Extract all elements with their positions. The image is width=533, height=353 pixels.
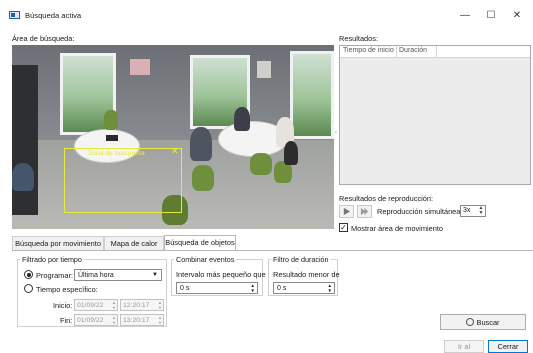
schedule-label: Programar: bbox=[36, 271, 73, 280]
schedule-select[interactable]: Última hora ▼ bbox=[74, 269, 162, 281]
search-icon bbox=[466, 318, 475, 326]
step-button[interactable] bbox=[357, 205, 372, 218]
door bbox=[12, 65, 38, 215]
tab-object-search[interactable]: Búsqueda de objetos bbox=[164, 235, 236, 251]
end-date-input[interactable]: 01/09/22 ▲ ▼ bbox=[74, 314, 118, 326]
duration-filter-title: Filtro de duración bbox=[271, 255, 331, 264]
results-table[interactable]: Tiempo de inicio Duración bbox=[339, 45, 531, 185]
app-icon bbox=[9, 11, 20, 19]
person bbox=[234, 107, 250, 131]
maximize-button[interactable]: ☐ bbox=[478, 8, 504, 24]
play-button[interactable] bbox=[339, 205, 354, 218]
start-label: Inicio: bbox=[53, 301, 73, 310]
simultaneous-playback-value: 3x bbox=[463, 207, 471, 214]
close-window-button[interactable]: ✕ bbox=[504, 8, 530, 24]
search-area-label: Área de búsqueda: bbox=[12, 34, 75, 43]
simultaneous-playback-label: Reproducción simultánea: bbox=[377, 207, 463, 216]
start-date-input[interactable]: 01/09/22 ▲ ▼ bbox=[74, 299, 118, 311]
spinner-arrows-icon[interactable]: ▲ ▼ bbox=[112, 315, 116, 325]
combine-events-title: Combinar eventos bbox=[174, 255, 237, 264]
start-time-input[interactable]: 12:20:17 ▲ ▼ bbox=[120, 299, 164, 311]
person bbox=[190, 127, 212, 161]
person bbox=[284, 141, 298, 165]
window-title: Búsqueda activa bbox=[25, 11, 82, 20]
results-header: Tiempo de inicio Duración bbox=[340, 46, 530, 58]
laptop bbox=[106, 135, 118, 141]
schedule-radio[interactable] bbox=[24, 270, 33, 279]
close-button[interactable]: Cerrar bbox=[488, 340, 528, 353]
title-bar: Búsqueda activa — ☐ ✕ bbox=[0, 0, 533, 28]
column-duration[interactable]: Duración bbox=[399, 47, 427, 54]
interval-input[interactable]: 0 s ▲ ▼ bbox=[176, 282, 258, 294]
spinner-arrows-icon[interactable]: ▲ ▼ bbox=[158, 300, 162, 310]
tab-heat-map[interactable]: Mapa de calor bbox=[104, 236, 164, 251]
schedule-value: Última hora bbox=[78, 272, 114, 279]
step-icon bbox=[360, 207, 369, 216]
spinner-arrows-icon[interactable]: ▲ ▼ bbox=[328, 283, 332, 293]
poster bbox=[257, 61, 271, 78]
search-zone[interactable] bbox=[64, 148, 182, 213]
end-label: Fin: bbox=[60, 316, 73, 325]
time-filter-title: Filtrado por tiempo bbox=[20, 255, 84, 264]
window-right bbox=[290, 51, 334, 139]
search-zone-label: Zona de búsqueda bbox=[88, 150, 145, 157]
splitter-handle[interactable]: ‹ bbox=[335, 130, 337, 136]
spinner-arrows-icon[interactable]: ▲ ▼ bbox=[112, 300, 116, 310]
goto-file-button[interactable]: Ir al archivo bbox=[444, 340, 484, 353]
play-icon bbox=[343, 207, 351, 216]
spinner-arrows-icon[interactable]: ▲ ▼ bbox=[251, 283, 255, 293]
poster bbox=[130, 59, 150, 75]
end-time-input[interactable]: 13:20:17 ▲ ▼ bbox=[120, 314, 164, 326]
person bbox=[12, 163, 34, 191]
result-less-than-label: Resultado menor de bbox=[273, 270, 340, 279]
column-start-time[interactable]: Tiempo de inicio bbox=[343, 47, 394, 54]
playback-label: Resultados de reproducción: bbox=[339, 194, 434, 203]
result-duration-input[interactable]: 0 s ▲ ▼ bbox=[273, 282, 335, 294]
interval-label: Intervalo más pequeño que bbox=[176, 270, 266, 279]
specific-time-label: Tiempo específico: bbox=[36, 285, 98, 294]
spinner-arrows-icon[interactable]: ▲ ▼ bbox=[477, 206, 485, 216]
chevron-down-icon: ▼ bbox=[152, 272, 158, 278]
minimize-button[interactable]: — bbox=[452, 8, 478, 24]
spinner-arrows-icon[interactable]: ▲ ▼ bbox=[158, 315, 162, 325]
remove-zone-icon[interactable]: ✕ bbox=[171, 146, 179, 157]
search-button[interactable]: Buscar bbox=[440, 314, 526, 330]
tab-motion-search[interactable]: Búsqueda por movimiento bbox=[12, 236, 104, 251]
specific-time-radio[interactable] bbox=[24, 284, 33, 293]
show-motion-area-label: Mostrar área de movimiento bbox=[351, 224, 444, 233]
show-motion-area-checkbox[interactable]: ✓ bbox=[339, 223, 348, 232]
simultaneous-playback-spinner[interactable]: 3x ▲ ▼ bbox=[460, 205, 486, 217]
results-label: Resultados: bbox=[339, 34, 379, 43]
